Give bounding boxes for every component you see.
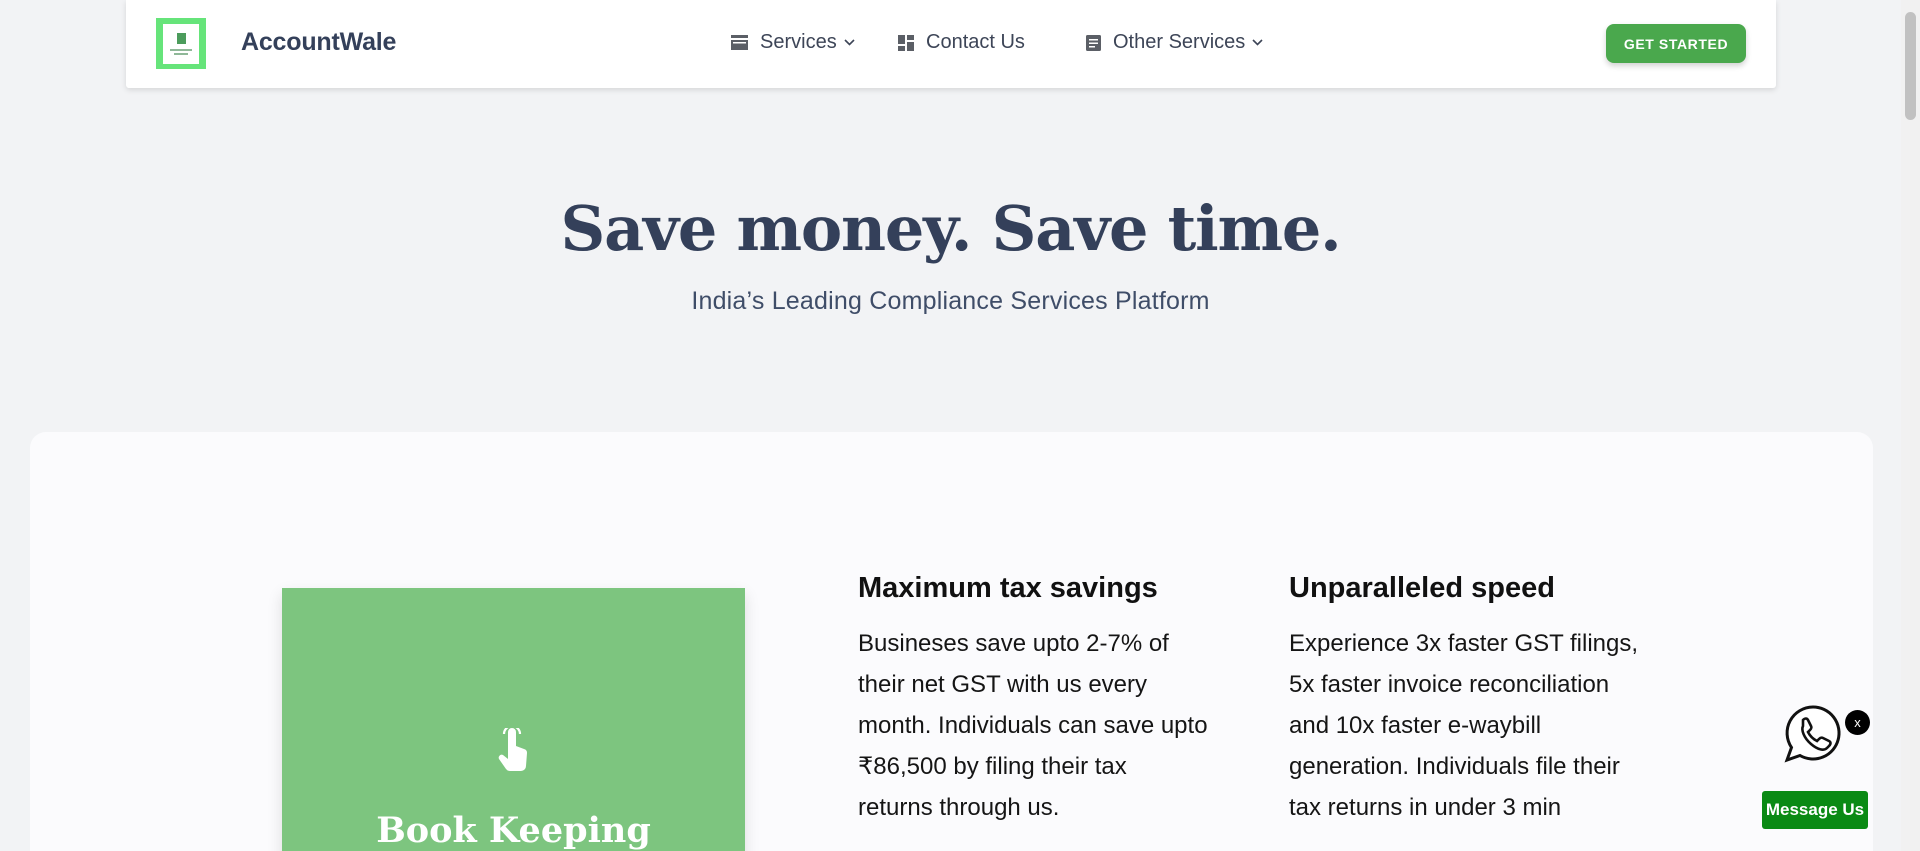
top-navbar: AccountWale Services Contact Us Other Se…: [126, 0, 1776, 88]
pointer-hand-icon: [498, 728, 528, 771]
hero-title: Save money. Save time.: [560, 192, 1342, 265]
get-started-button[interactable]: GET STARTED: [1606, 24, 1746, 63]
document-icon: [1086, 34, 1101, 51]
brand-name[interactable]: AccountWale: [241, 28, 396, 57]
tile-title: Book Keeping: [376, 810, 651, 851]
feature-body: Experience 3x faster GST filings, 5x fas…: [1289, 630, 1639, 821]
message-us-button[interactable]: Message Us: [1762, 791, 1868, 829]
stack-icon: [731, 35, 748, 50]
dashboard-icon: [898, 34, 914, 51]
book-keeping-tile[interactable]: Book Keeping: [282, 588, 745, 851]
nav-other-services-dropdown[interactable]: Other Services: [1086, 31, 1263, 54]
feature-body: Busineses save upto 2-7% of their net GS…: [858, 630, 1208, 821]
whatsapp-icon[interactable]: [1782, 703, 1844, 765]
scrollbar-thumb[interactable]: [1905, 12, 1916, 120]
hero-subtitle: India’s Leading Compliance Services Plat…: [691, 287, 1210, 315]
chevron-down-icon: [1252, 39, 1263, 46]
nav-contact-link[interactable]: Contact Us: [898, 31, 1025, 54]
feature-heading: Maximum tax savings: [858, 572, 1158, 604]
nav-contact-label: Contact Us: [926, 31, 1025, 53]
chevron-down-icon: [844, 39, 855, 46]
nav-services-label: Services: [760, 31, 837, 53]
feature-tax-savings: Maximum tax savings Busineses save upto …: [858, 572, 1208, 828]
feature-speed: Unparalleled speed Experience 3x faster …: [1289, 572, 1639, 828]
feature-heading: Unparalleled speed: [1289, 572, 1555, 604]
nav-services-dropdown[interactable]: Services: [731, 31, 855, 54]
brand-logo[interactable]: [156, 18, 206, 69]
page-scrollbar[interactable]: [1901, 0, 1920, 851]
close-widget-button[interactable]: x: [1845, 710, 1870, 735]
logo-document-icon: [163, 23, 199, 64]
nav-other-services-label: Other Services: [1113, 31, 1246, 53]
